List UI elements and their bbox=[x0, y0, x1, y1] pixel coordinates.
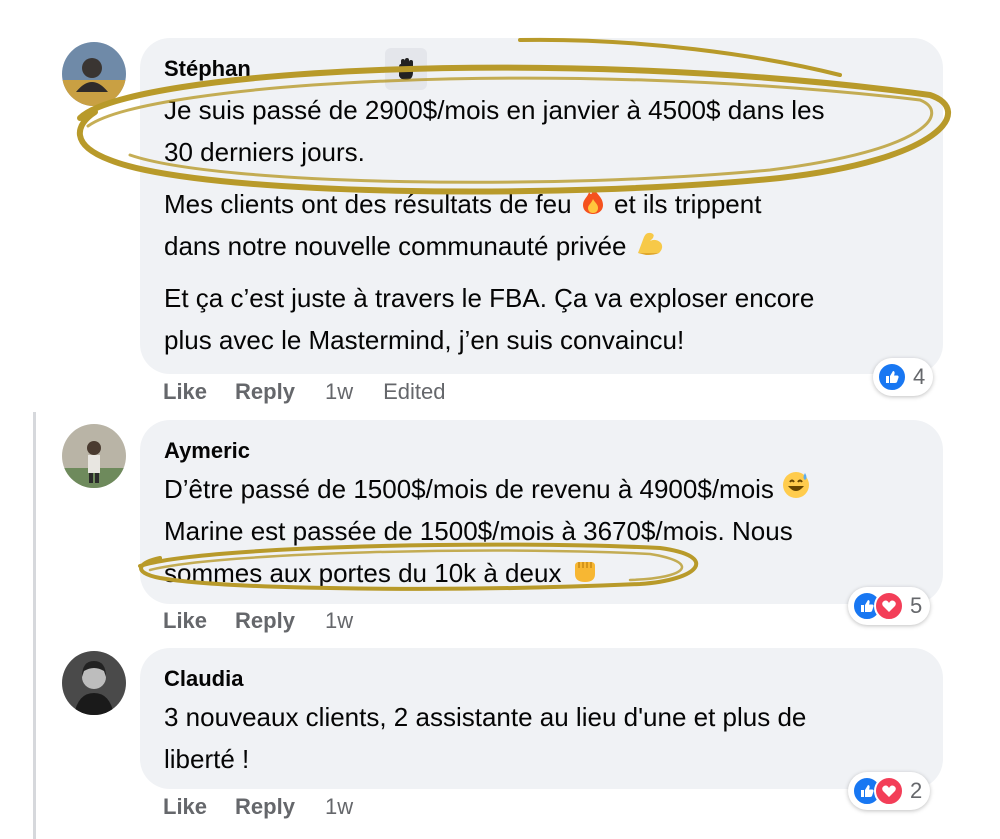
avatar-claudia[interactable] bbox=[62, 651, 126, 715]
comment-text-line: plus avec le Mastermind, j’en suis conva… bbox=[164, 325, 685, 355]
comment-text-line: Mes clients ont des résultats de feu et … bbox=[164, 183, 761, 227]
love-reaction-icon bbox=[874, 591, 904, 621]
fire-icon bbox=[579, 185, 607, 227]
reaction-count: 4 bbox=[913, 364, 926, 389]
grinning-sweat-icon bbox=[781, 470, 811, 512]
comment-text-line: dans notre nouvelle communauté privée bbox=[164, 225, 666, 269]
edited-label: Edited bbox=[383, 379, 446, 404]
avatar-aymeric[interactable] bbox=[62, 424, 126, 488]
like-button[interactable]: Like bbox=[163, 379, 207, 405]
comment-bubble-stephan: Stéphan Je suis passé de 2900$/mois en j… bbox=[140, 38, 943, 374]
comment-actions: Like Reply 1w Edited bbox=[163, 379, 445, 405]
reply-button[interactable]: Reply bbox=[235, 608, 295, 634]
reply-button[interactable]: Reply bbox=[235, 379, 295, 405]
comment-bubble-aymeric: Aymeric D’être passé de 1500$/mois de re… bbox=[140, 420, 943, 604]
reaction-summary[interactable]: 2 bbox=[848, 772, 931, 810]
like-button[interactable]: Like bbox=[163, 608, 207, 634]
timestamp[interactable]: 1w bbox=[325, 608, 353, 634]
comment-text-line: liberté ! bbox=[164, 744, 250, 774]
avatar-stephan[interactable] bbox=[62, 42, 126, 106]
comment-text-line: Et ça c’est juste à travers le FBA. Ça v… bbox=[164, 283, 815, 313]
comment-text-line: 30 derniers jours. bbox=[164, 137, 365, 167]
like-button[interactable]: Like bbox=[163, 794, 207, 820]
thread-line bbox=[33, 412, 36, 839]
waving-hand-icon bbox=[385, 48, 427, 90]
comment-bubble-claudia: Claudia 3 nouveaux clients, 2 assistante… bbox=[140, 648, 943, 789]
comment-author[interactable]: Stéphan bbox=[164, 56, 251, 82]
reaction-count: 2 bbox=[910, 778, 923, 803]
comment-actions: Like Reply 1w bbox=[163, 794, 353, 820]
timestamp[interactable]: 1w bbox=[325, 794, 353, 820]
flexed-biceps-icon bbox=[634, 227, 666, 269]
love-reaction-icon bbox=[874, 776, 904, 806]
comment-author[interactable]: Claudia bbox=[164, 666, 243, 692]
comment-author[interactable]: Aymeric bbox=[164, 438, 250, 464]
raised-fist-icon bbox=[569, 554, 599, 596]
reaction-count: 5 bbox=[910, 593, 923, 618]
comment-text-line: 3 nouveaux clients, 2 assistante au lieu… bbox=[164, 702, 807, 732]
like-reaction-icon bbox=[877, 362, 907, 392]
reaction-summary[interactable]: 4 bbox=[873, 358, 934, 396]
comment-text-line: sommes aux portes du 10k à deux bbox=[164, 552, 599, 596]
reply-button[interactable]: Reply bbox=[235, 794, 295, 820]
comment-text-line: Je suis passé de 2900$/mois en janvier à… bbox=[164, 95, 825, 125]
comment-actions: Like Reply 1w bbox=[163, 608, 353, 634]
comment-text-line: Marine est passée de 1500$/mois à 3670$/… bbox=[164, 516, 793, 546]
comment-text-line: D’être passé de 1500$/mois de revenu à 4… bbox=[164, 468, 811, 512]
reaction-summary[interactable]: 5 bbox=[848, 587, 931, 625]
timestamp[interactable]: 1w bbox=[325, 379, 353, 405]
